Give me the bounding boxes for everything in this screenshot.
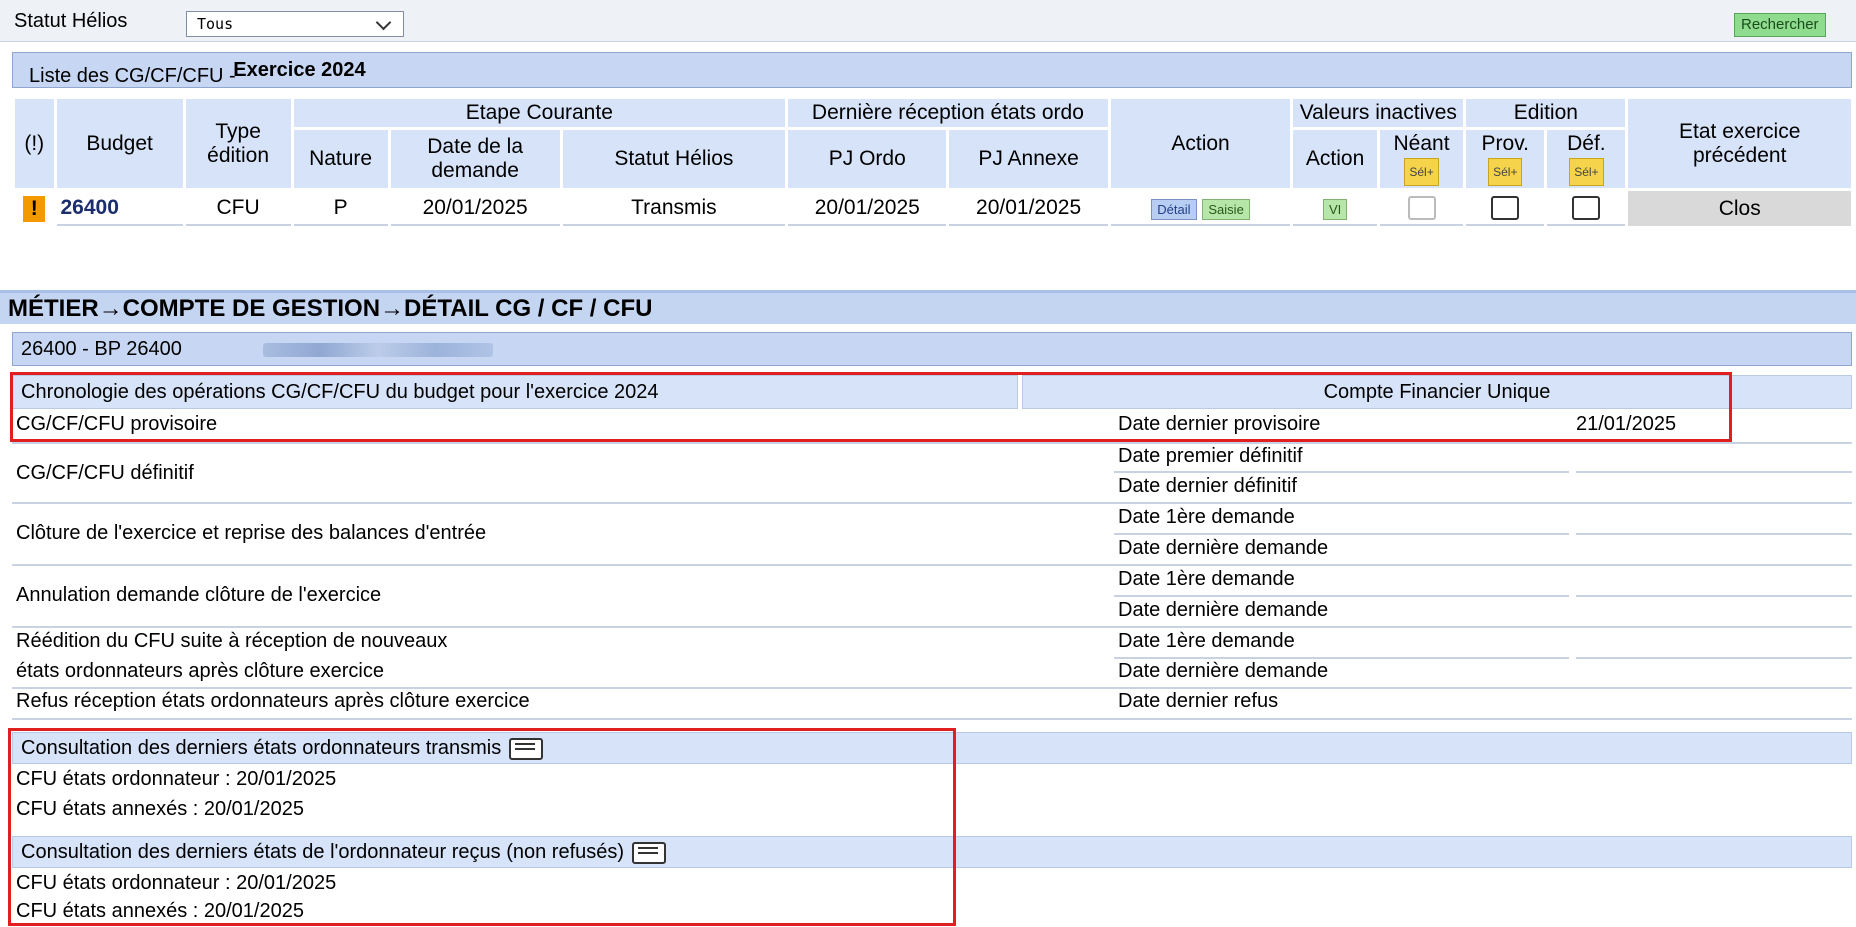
vi-cell: VI <box>1293 191 1377 226</box>
col-pj-ordo: PJ Ordo <box>788 130 947 188</box>
col-action: Action <box>1110 99 1291 188</box>
budget-table: (!) Budget Type édition Etape Courante D… <box>12 96 1854 229</box>
divider <box>1576 533 1852 535</box>
date-premiere-demande-label: Date 1ère demande <box>1118 568 1295 590</box>
divider <box>12 442 1852 444</box>
date-derniere-demande-label: Date dernière demande <box>1118 537 1329 559</box>
vi-button[interactable]: VI <box>1322 198 1348 220</box>
col-edition: Edition <box>1466 99 1626 127</box>
row-reedition-label-2: états ordonnateurs après clôture exercic… <box>16 660 384 682</box>
col-valeurs-inactives: Valeurs inactives <box>1293 99 1464 127</box>
divider <box>1114 471 1569 473</box>
type-edition-cell: CFU <box>185 191 291 226</box>
divider <box>1114 595 1569 597</box>
col-type-edition: Type édition <box>185 99 291 188</box>
etat-exercice-cell: Clos <box>1628 191 1851 226</box>
redacted-name <box>263 343 493 357</box>
col-vi-action: Action <box>1293 130 1377 188</box>
alert-icon: ! <box>23 195 46 222</box>
list-title: Liste des CG/CF/CFU - Exercice 2024 <box>21 59 366 87</box>
prov-checkbox[interactable] <box>1491 195 1520 220</box>
col-statut-helios: Statut Hélios <box>562 130 786 188</box>
def-cell <box>1547 191 1626 226</box>
col-prov: Prov. Sél+ <box>1466 130 1545 188</box>
pj-ordo-cell: 20/01/2025 <box>788 191 947 226</box>
row-cloture-label: Clôture de l'exercice et reprise des bal… <box>16 522 487 544</box>
divider <box>12 502 1852 504</box>
statut-helios-label: Statut Hélios <box>14 10 128 32</box>
prov-cell <box>1466 191 1545 226</box>
date-demande-cell: 20/01/2025 <box>390 191 560 226</box>
table-row: ! 26400 CFU P 20/01/2025 Transmis 20/01/… <box>15 191 1851 226</box>
highlight-box-chronologie <box>10 372 1732 442</box>
date-premiere-demande-label: Date 1ère demande <box>1118 630 1295 652</box>
divider <box>1576 657 1852 659</box>
def-label: Déf. <box>1567 132 1606 155</box>
col-derniere-reception: Dernière réception états ordo <box>788 99 1108 127</box>
def-checkbox[interactable] <box>1572 195 1601 220</box>
sel-prov-button[interactable]: Sél+ <box>1488 158 1523 186</box>
statut-helios-select-value: Tous <box>197 15 234 33</box>
budget-label: 26400 - BP 26400 <box>21 338 182 360</box>
saisie-button[interactable]: Saisie <box>1202 198 1250 220</box>
neant-label: Néant <box>1393 132 1450 155</box>
budget-bar: 26400 - BP 26400 <box>12 332 1852 366</box>
row-annulation-label: Annulation demande clôture de l'exercice <box>16 584 382 606</box>
date-dernier-refus-label: Date dernier refus <box>1118 690 1279 712</box>
neant-checkbox[interactable] <box>1407 195 1436 220</box>
statut-helios-select[interactable]: Tous <box>186 11 404 37</box>
list-title-bar: Liste des CG/CF/CFU - Exercice 2024 <box>12 52 1852 88</box>
nature-cell: P <box>293 191 388 226</box>
date-dernier-definitif-label: Date dernier définitif <box>1118 475 1297 497</box>
chevron-down-icon <box>375 14 392 31</box>
col-pj-annexe: PJ Annexe <box>949 130 1108 188</box>
col-def: Déf. Sél+ <box>1547 130 1626 188</box>
row-definitif-label: CG/CF/CFU définitif <box>16 462 194 484</box>
sel-neant-button[interactable]: Sél+ <box>1404 158 1439 186</box>
date-premier-definitif-label: Date premier définitif <box>1118 445 1303 467</box>
divider <box>12 687 1852 689</box>
col-date-demande: Date de la demande <box>390 130 560 188</box>
list-title-prefix: Liste des CG/CF/CFU - <box>29 65 242 87</box>
divider <box>1576 471 1852 473</box>
sel-def-button[interactable]: Sél+ <box>1569 158 1604 186</box>
search-button[interactable]: Rechercher <box>1734 13 1826 37</box>
breadcrumb: MÉTIER→COMPTE DE GESTION→DÉTAIL CG / CF … <box>8 295 653 322</box>
pj-annexe-cell: 20/01/2025 <box>949 191 1108 226</box>
date-premiere-demande-label: Date 1ère demande <box>1118 506 1295 528</box>
divider <box>12 718 1852 720</box>
divider <box>12 564 1852 566</box>
divider <box>12 626 1852 628</box>
col-neant: Néant Sél+ <box>1379 130 1464 188</box>
page-title: MÉTIER→COMPTE DE GESTION→DÉTAIL CG / CF … <box>0 290 1856 324</box>
divider <box>1114 657 1569 659</box>
row-refus-label: Refus réception états ordonnateurs après… <box>16 690 530 712</box>
neant-cell <box>1379 191 1464 226</box>
col-etape-courante: Etape Courante <box>293 99 786 127</box>
filter-bar: Statut Hélios Tous Rechercher <box>0 0 1856 42</box>
statut-helios-cell: Transmis <box>562 191 786 226</box>
col-etat-exercice: Etat exercice précédent <box>1628 99 1851 188</box>
col-budget: Budget <box>56 99 183 188</box>
detail-button[interactable]: Détail <box>1151 198 1197 220</box>
divider <box>1576 595 1852 597</box>
col-nature: Nature <box>293 130 388 188</box>
alert-cell: ! <box>15 191 54 226</box>
divider <box>1114 533 1569 535</box>
action-cell: Détail Saisie <box>1110 191 1291 226</box>
col-alert: (!) <box>15 99 54 188</box>
list-title-year: Exercice 2024 <box>233 59 366 81</box>
budget-cell[interactable]: 26400 <box>56 191 183 226</box>
prov-label: Prov. <box>1481 132 1530 155</box>
highlight-box-consultation <box>8 728 956 926</box>
row-reedition-label-1: Réédition du CFU suite à réception de no… <box>16 630 448 652</box>
date-derniere-demande-label: Date dernière demande <box>1118 599 1329 621</box>
date-derniere-demande-label: Date dernière demande <box>1118 660 1329 682</box>
